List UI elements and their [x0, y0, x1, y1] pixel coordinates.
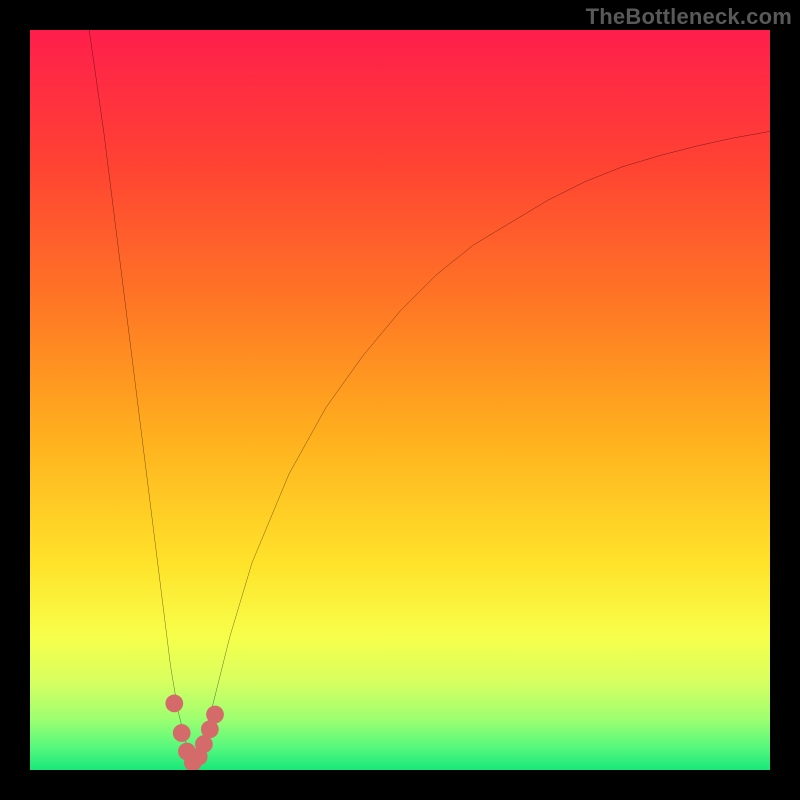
chart-frame: TheBottleneck.com [0, 0, 800, 800]
marker-point [206, 706, 224, 724]
plot-area [30, 30, 770, 770]
marker-point [173, 724, 191, 742]
marker-point [165, 695, 183, 713]
bottleneck-curve [89, 30, 770, 763]
watermark-text: TheBottleneck.com [586, 4, 792, 30]
curve-layer [30, 30, 770, 770]
near-optimum-markers [165, 695, 223, 770]
